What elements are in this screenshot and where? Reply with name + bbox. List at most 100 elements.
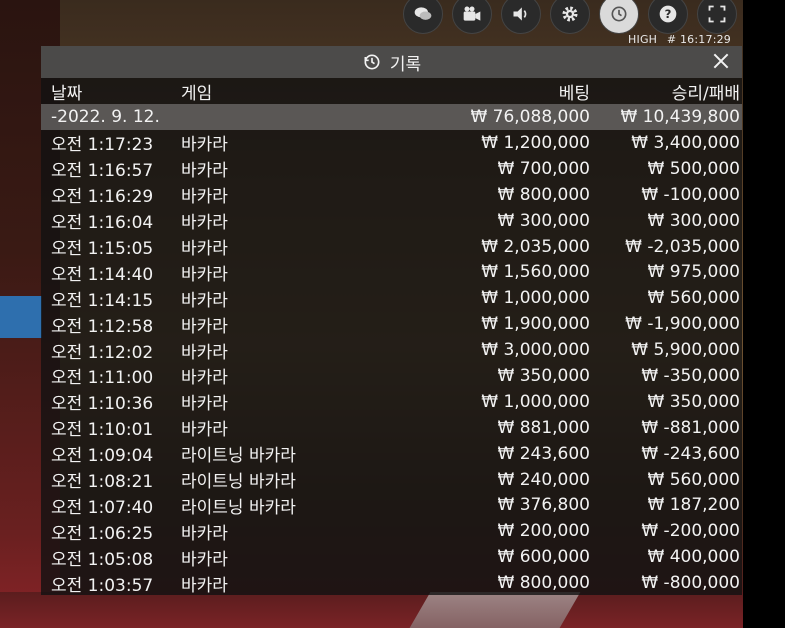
row-bet: ₩ 2,035,000 <box>481 236 590 257</box>
row-result: ₩ 560,000 <box>647 288 740 309</box>
summary-bet: ₩ 76,088,000 <box>470 107 590 127</box>
row-result: ₩ -881,000 <box>641 417 740 438</box>
row-bet: ₩ 200,000 <box>497 521 590 542</box>
table-row[interactable]: 오전 1:11:00 바카라 ₩ 350,000 ₩ -350,000 <box>41 363 742 389</box>
help-icon[interactable]: ? <box>648 0 688 34</box>
table-row[interactable]: 오전 1:08:21 라이트닝 바카라 ₩ 240,000 ₩ 560,000 <box>41 467 742 493</box>
row-bet: ₩ 1,560,000 <box>481 262 590 283</box>
row-time: 오전 1:16:29 <box>51 187 154 208</box>
row-game: 바카라 <box>181 161 228 182</box>
summary-result: ₩ 10,439,800 <box>620 107 740 127</box>
row-result: ₩ 500,000 <box>647 158 740 179</box>
table-row[interactable]: 오전 1:16:29 바카라 ₩ 800,000 ₩ -100,000 <box>41 182 742 208</box>
stream-info: HIGH # 16:17:29 <box>622 33 731 46</box>
row-result: ₩ 5,900,000 <box>631 340 740 361</box>
row-result: ₩ 3,400,000 <box>631 132 740 153</box>
row-time: 오전 1:16:04 <box>51 213 154 234</box>
row-time: 오전 1:03:57 <box>51 575 154 596</box>
row-bet: ₩ 300,000 <box>497 210 590 231</box>
row-game: 바카라 <box>181 135 228 156</box>
date-summary-row[interactable]: -2022. 9. 12. ₩ 76,088,000 ₩ 10,439,800 <box>41 104 742 130</box>
row-time: 오전 1:06:25 <box>51 523 154 544</box>
table-row[interactable]: 오전 1:09:04 라이트닝 바카라 ₩ 243,600 ₩ -243,600 <box>41 441 742 467</box>
row-result: ₩ 187,200 <box>647 495 740 516</box>
row-game: 바카라 <box>181 290 228 311</box>
game-id: # 16:17:29 <box>666 33 731 46</box>
row-bet: ₩ 800,000 <box>497 573 590 594</box>
row-bet: ₩ 800,000 <box>497 184 590 205</box>
row-game: 바카라 <box>181 420 228 441</box>
chat-icon[interactable] <box>403 0 443 34</box>
table-row[interactable]: 오전 1:14:15 바카라 ₩ 1,000,000 ₩ 560,000 <box>41 285 742 311</box>
row-game: 바카라 <box>181 394 228 415</box>
row-game: 바카라 <box>181 549 228 570</box>
table-row[interactable]: 오전 1:16:57 바카라 ₩ 700,000 ₩ 500,000 <box>41 156 742 182</box>
card-shoe <box>409 592 581 628</box>
row-result: ₩ -200,000 <box>641 521 740 542</box>
row-time: 오전 1:09:04 <box>51 446 154 467</box>
row-result: ₩ -350,000 <box>641 365 740 386</box>
row-bet: ₩ 1,000,000 <box>481 391 590 412</box>
row-time: 오전 1:16:57 <box>51 161 154 182</box>
side-panel-tab <box>0 296 42 338</box>
row-time: 오전 1:07:40 <box>51 497 154 518</box>
row-game: 바카라 <box>181 523 228 544</box>
row-bet: ₩ 350,000 <box>497 365 590 386</box>
row-result: ₩ 560,000 <box>647 469 740 490</box>
row-bet: ₩ 700,000 <box>497 158 590 179</box>
camera-icon[interactable] <box>452 0 492 34</box>
col-result: 승리/패배 <box>671 83 740 104</box>
gear-icon[interactable] <box>550 0 590 34</box>
row-bet: ₩ 1,200,000 <box>481 132 590 153</box>
table-row[interactable]: 오전 1:16:04 바카라 ₩ 300,000 ₩ 300,000 <box>41 208 742 234</box>
row-bet: ₩ 600,000 <box>497 547 590 568</box>
history-icon[interactable] <box>599 0 639 34</box>
table-row[interactable]: 오전 1:07:40 라이트닝 바카라 ₩ 376,800 ₩ 187,200 <box>41 492 742 518</box>
row-time: 오전 1:12:02 <box>51 342 154 363</box>
row-game: 라이트닝 바카라 <box>181 497 296 518</box>
row-result: ₩ 350,000 <box>647 391 740 412</box>
row-bet: ₩ 1,900,000 <box>481 314 590 335</box>
speaker-icon[interactable] <box>501 0 541 34</box>
table-row[interactable]: 오전 1:17:23 바카라 ₩ 1,200,000 ₩ 3,400,000 <box>41 130 742 156</box>
row-result: ₩ 300,000 <box>647 210 740 231</box>
row-game: 바카라 <box>181 368 228 389</box>
col-bet: 베팅 <box>558 83 590 104</box>
table-row[interactable]: 오전 1:12:58 바카라 ₩ 1,900,000 ₩ -1,900,000 <box>41 311 742 337</box>
row-time: 오전 1:10:01 <box>51 420 154 441</box>
row-time: 오전 1:14:40 <box>51 264 154 285</box>
table-row[interactable]: 오전 1:15:05 바카라 ₩ 2,035,000 ₩ -2,035,000 <box>41 234 742 260</box>
table-row[interactable]: 오전 1:12:02 바카라 ₩ 3,000,000 ₩ 5,900,000 <box>41 337 742 363</box>
summary-date: -2022. 9. 12. <box>51 107 160 127</box>
row-game: 바카라 <box>181 316 228 337</box>
row-result: ₩ -100,000 <box>641 184 740 205</box>
row-time: 오전 1:17:23 <box>51 135 154 156</box>
row-game: 바카라 <box>181 342 228 363</box>
row-result: ₩ -2,035,000 <box>625 236 740 257</box>
row-game: 라이트닝 바카라 <box>181 472 296 493</box>
row-game: 라이트닝 바카라 <box>181 446 296 467</box>
row-bet: ₩ 243,600 <box>497 443 590 464</box>
row-bet: ₩ 1,000,000 <box>481 288 590 309</box>
table-row[interactable]: 오전 1:10:01 바카라 ₩ 881,000 ₩ -881,000 <box>41 415 742 441</box>
row-time: 오전 1:11:00 <box>51 368 154 389</box>
row-bet: ₩ 240,000 <box>497 469 590 490</box>
row-bet: ₩ 881,000 <box>497 417 590 438</box>
row-bet: ₩ 3,000,000 <box>481 340 590 361</box>
row-bet: ₩ 376,800 <box>497 495 590 516</box>
row-time: 오전 1:15:05 <box>51 239 154 259</box>
table-header: 날짜 게임 베팅 승리/패배 <box>41 78 742 104</box>
table-row[interactable]: 오전 1:14:40 바카라 ₩ 1,560,000 ₩ 975,000 <box>41 259 742 285</box>
table-row[interactable]: 오전 1:06:25 바카라 ₩ 200,000 ₩ -200,000 <box>41 518 742 544</box>
row-time: 오전 1:14:15 <box>51 290 154 311</box>
fullscreen-icon[interactable] <box>697 0 737 34</box>
col-game: 게임 <box>181 83 213 104</box>
panel-header: 기록 <box>41 46 742 78</box>
table-edge <box>0 592 743 628</box>
row-game: 바카라 <box>181 239 228 259</box>
table-row[interactable]: 오전 1:10:36 바카라 ₩ 1,000,000 ₩ 350,000 <box>41 389 742 415</box>
close-button[interactable] <box>710 50 732 72</box>
table-row[interactable]: 오전 1:05:08 바카라 ₩ 600,000 ₩ 400,000 <box>41 544 742 570</box>
table-row[interactable]: 오전 1:03:57 바카라 ₩ 800,000 ₩ -800,000 <box>41 570 742 596</box>
row-game: 바카라 <box>181 264 228 285</box>
